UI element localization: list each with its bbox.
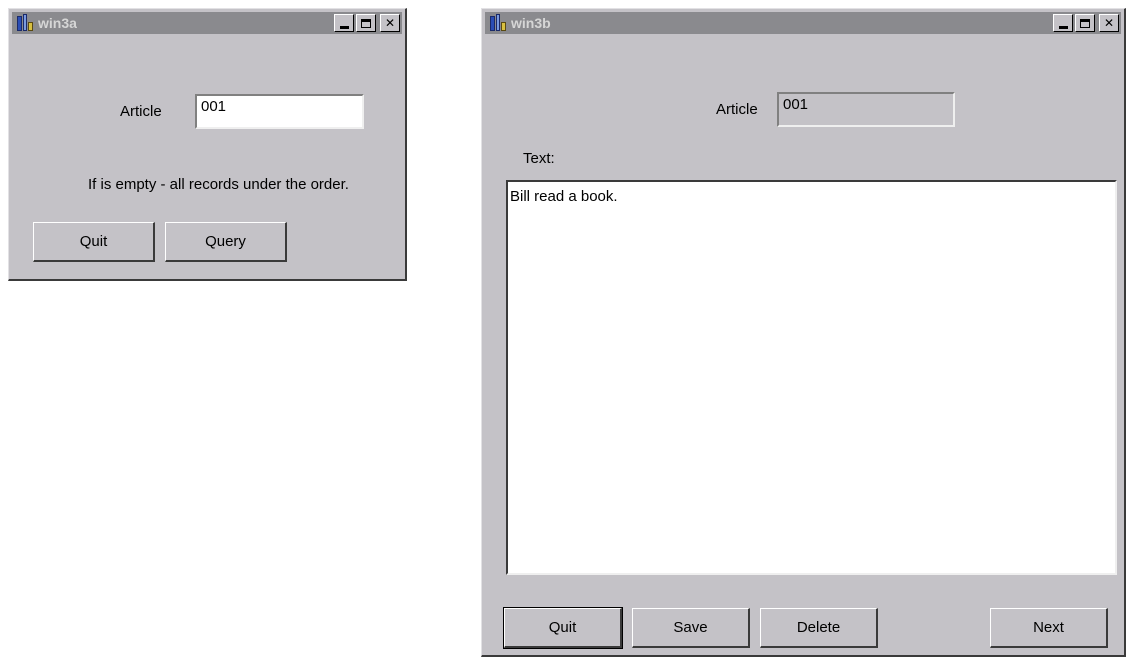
maximize-button[interactable] bbox=[356, 14, 376, 32]
quit-button[interactable]: Quit bbox=[33, 222, 155, 262]
minimize-button[interactable] bbox=[334, 14, 354, 32]
minimize-icon bbox=[1058, 25, 1068, 29]
titlebar-win3a[interactable]: win3a ✕ bbox=[12, 12, 402, 34]
hint-text: If is empty - all records under the orde… bbox=[88, 176, 349, 193]
close-button[interactable]: ✕ bbox=[380, 14, 400, 32]
minimize-icon bbox=[339, 25, 349, 29]
window-win3a: win3a ✕ Article 001 If is empty - all re… bbox=[8, 8, 407, 281]
app-icon[interactable] bbox=[489, 14, 507, 32]
maximize-icon bbox=[361, 18, 371, 28]
save-button[interactable]: Save bbox=[632, 608, 750, 648]
app-icon[interactable] bbox=[16, 14, 34, 32]
maximize-button[interactable] bbox=[1075, 14, 1095, 32]
article-input[interactable]: 001 bbox=[777, 92, 955, 127]
titlebar-win3b[interactable]: win3b ✕ bbox=[485, 12, 1121, 34]
window-title: win3a bbox=[38, 15, 77, 31]
close-icon: ✕ bbox=[384, 16, 396, 30]
quit-button[interactable]: Quit bbox=[503, 607, 623, 649]
minimize-button[interactable] bbox=[1053, 14, 1073, 32]
next-button[interactable]: Next bbox=[990, 608, 1108, 648]
text-label: Text: bbox=[523, 150, 555, 167]
article-input[interactable]: 001 bbox=[195, 94, 364, 129]
window-win3b: win3b ✕ Article 001 Text: Bill read a bo… bbox=[481, 8, 1126, 657]
query-button[interactable]: Query bbox=[165, 222, 287, 262]
article-label: Article bbox=[716, 101, 758, 118]
window-title: win3b bbox=[511, 15, 551, 31]
close-button[interactable]: ✕ bbox=[1099, 14, 1119, 32]
text-area[interactable]: Bill read a book. bbox=[506, 180, 1117, 575]
maximize-icon bbox=[1080, 18, 1090, 28]
close-icon: ✕ bbox=[1103, 16, 1115, 30]
article-label: Article bbox=[120, 103, 162, 120]
delete-button[interactable]: Delete bbox=[760, 608, 878, 648]
